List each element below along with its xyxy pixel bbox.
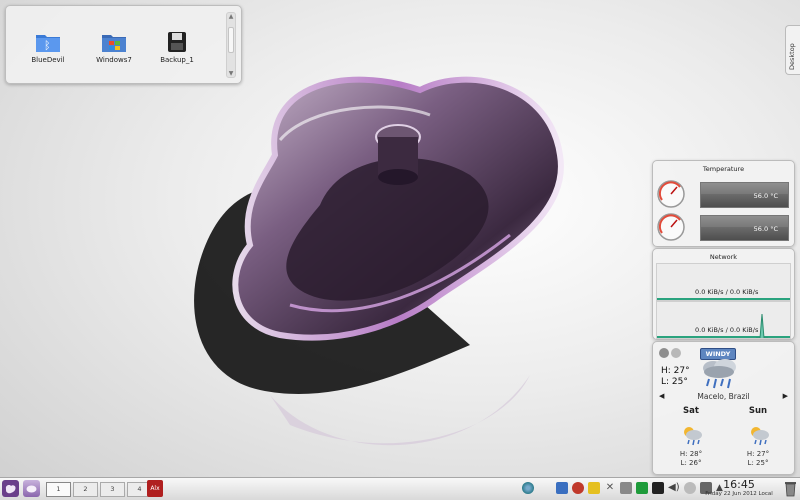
clock-time[interactable]: 16:45 bbox=[705, 478, 773, 491]
icon-label: Windows7 bbox=[96, 56, 132, 64]
temperature-bar: 56.0 °C bbox=[700, 182, 789, 208]
activities-icon bbox=[26, 485, 37, 493]
widget-title: Temperature bbox=[702, 165, 745, 173]
sun-cloud-rain-icon bbox=[751, 427, 769, 446]
desktop-icon-bluedevil[interactable]: ᛒ BlueDevil bbox=[18, 31, 78, 64]
network-graph: 0.0 KiB/s / 0.0 KiB/s bbox=[656, 301, 791, 339]
forecast-temps: H: 28° L: 26° bbox=[671, 450, 711, 468]
pager-desktop-1[interactable]: 1 bbox=[46, 482, 71, 497]
current-low: L: 25° bbox=[661, 377, 688, 387]
bluetooth-folder-icon: ᛒ bbox=[36, 35, 60, 52]
temperature-value: 56.0 °C bbox=[753, 192, 778, 200]
forecast-day: Sun bbox=[748, 406, 768, 416]
temperature-widget: Temperature 56.0 °C 56.0 °C bbox=[652, 160, 795, 247]
widget-title: Network bbox=[709, 253, 738, 261]
taskbar-item[interactable]: Alx bbox=[147, 480, 163, 497]
temperature-gauge-icon bbox=[657, 213, 685, 241]
icon-label: BlueDevil bbox=[31, 56, 65, 64]
clipboard-icon[interactable] bbox=[620, 482, 632, 494]
keyboard-layout-flag-icon[interactable] bbox=[636, 482, 648, 494]
activities-button[interactable] bbox=[23, 480, 40, 497]
weather-refresh-button[interactable] bbox=[659, 348, 669, 358]
device-notifier-icon[interactable] bbox=[684, 482, 696, 494]
network-widget: Network 0.0 KiB/s / 0.0 KiB/s 0.0 KiB/s … bbox=[652, 248, 795, 340]
bottom-panel: 1 2 3 4 Alx ✕ ◀) ▲ 16:45 Friday 22 Jun 2… bbox=[0, 477, 800, 500]
temperature-sensor-row: 56.0 °C bbox=[656, 179, 789, 209]
pager-desktop-2[interactable]: 2 bbox=[73, 482, 98, 497]
volume-icon[interactable]: ◀) bbox=[668, 482, 680, 494]
network-manager-icon[interactable] bbox=[522, 482, 534, 494]
network-rate: 0.0 KiB/s / 0.0 KiB/s bbox=[695, 326, 759, 334]
notes-icon[interactable] bbox=[588, 482, 600, 494]
svg-text:ᛒ: ᛒ bbox=[44, 39, 51, 52]
temperature-bar: 56.0 °C bbox=[700, 215, 789, 241]
network-rate: 0.0 KiB/s / 0.0 KiB/s bbox=[695, 288, 759, 296]
battery-icon[interactable] bbox=[652, 482, 664, 494]
desktop-toolbox-button[interactable]: Desktop bbox=[785, 25, 800, 75]
forecast-day: Sat bbox=[683, 406, 699, 416]
forecast-low: L: 25° bbox=[747, 459, 769, 467]
network-graph-line bbox=[657, 336, 790, 338]
temperature-gauge-icon bbox=[657, 180, 685, 208]
system-tray: ✕ ◀) ▲ bbox=[522, 482, 732, 496]
next-location-icon[interactable]: ▶ bbox=[783, 392, 788, 400]
window-list-icon[interactable] bbox=[556, 482, 568, 494]
taskbar-item-label: Alx bbox=[150, 485, 160, 492]
network-graph: 0.0 KiB/s / 0.0 KiB/s bbox=[656, 263, 791, 301]
forecast-high: H: 27° bbox=[746, 450, 770, 458]
scroll-up-icon[interactable]: ▲ bbox=[227, 13, 235, 20]
temperature-sensor-row: 56.0 °C bbox=[656, 212, 789, 242]
close-icon[interactable]: ✕ bbox=[604, 482, 616, 494]
desktop-toolbox-label: Desktop bbox=[788, 43, 796, 70]
shield-icon[interactable] bbox=[572, 482, 584, 494]
desktop-icon-windows7[interactable]: Windows7 bbox=[84, 31, 144, 64]
windows-folder-icon bbox=[102, 35, 126, 52]
weather-location: Macelo, Brazil bbox=[697, 392, 750, 401]
forecast-low: L: 26° bbox=[680, 459, 702, 467]
weather-config-button[interactable] bbox=[671, 348, 681, 358]
pager-desktop-3[interactable]: 3 bbox=[100, 482, 125, 497]
temperature-value: 56.0 °C bbox=[753, 225, 778, 233]
forecast-temps: H: 27° L: 25° bbox=[738, 450, 778, 468]
rain-cloud-icon bbox=[703, 359, 736, 389]
kde-logo-icon bbox=[5, 485, 16, 494]
trash-icon[interactable] bbox=[784, 480, 797, 497]
network-spike bbox=[756, 313, 768, 338]
clock-date[interactable]: Friday 22 Jun 2012 Local bbox=[705, 491, 773, 497]
heart-wallpaper-artwork bbox=[194, 76, 564, 446]
virtual-desktop-pager: 1 2 3 4 bbox=[46, 482, 154, 497]
weather-widget: WINDY H: 27° L: 25° ◀ Macelo, Brazil ▶ S… bbox=[652, 341, 795, 475]
application-launcher-button[interactable] bbox=[2, 480, 19, 497]
sun-cloud-rain-icon bbox=[684, 427, 702, 446]
current-high: H: 27° bbox=[661, 366, 690, 376]
network-graph-line bbox=[657, 298, 790, 300]
forecast-high: H: 28° bbox=[679, 450, 703, 458]
